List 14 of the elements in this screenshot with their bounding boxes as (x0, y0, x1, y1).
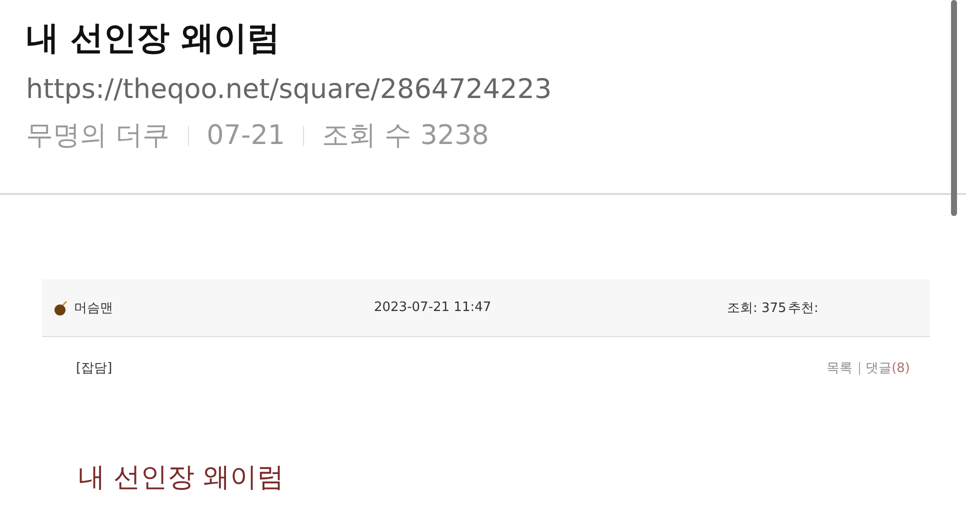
post-url[interactable]: https://theqoo.net/square/2864724223 (26, 72, 966, 108)
view-count: 조회: 375 (727, 300, 788, 316)
post-meta: 조회 수 3238 (322, 119, 489, 153)
author-name[interactable]: 머슴맨 (74, 298, 374, 316)
body-title: 내 선인장 왜이럼 (78, 461, 286, 495)
category-label: [잡담] (76, 360, 112, 377)
post-link[interactable]: 댓글(8) (866, 359, 910, 377)
recommend-count: 추천: (788, 300, 818, 316)
post-meta: 무명의 더쿠 (26, 119, 170, 153)
post-link[interactable]: 목록 (826, 359, 853, 377)
post-title: 내 선인장 왜이럼 (26, 17, 281, 59)
scrollbar[interactable] (951, 0, 957, 216)
post-meta: 07-21 (206, 119, 286, 153)
post-date: 2023-07-21 11:47 (374, 300, 492, 315)
